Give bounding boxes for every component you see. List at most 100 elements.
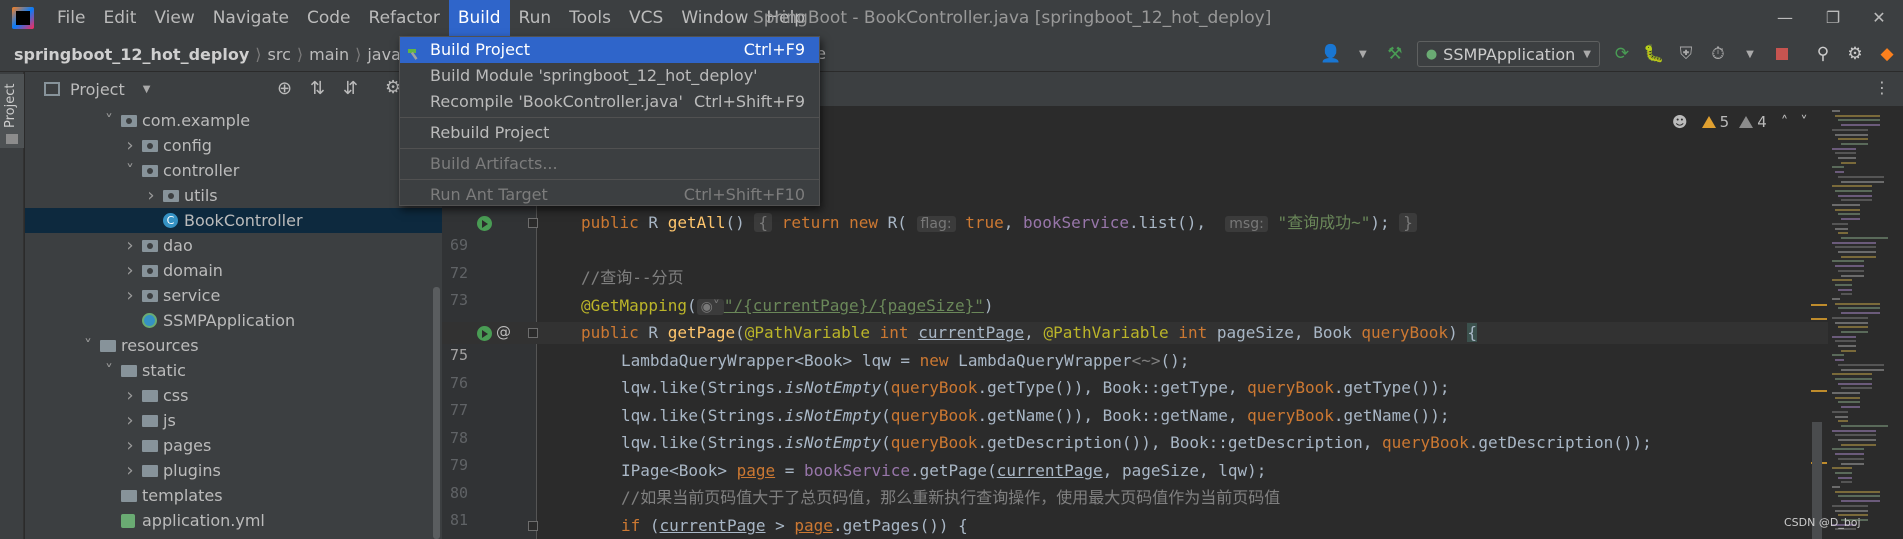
ide-logo-icon[interactable]: ◆ <box>1874 41 1900 67</box>
menu-file[interactable]: File <box>48 0 94 36</box>
tree-item-domain[interactable]: › domain <box>25 258 442 283</box>
warning-marker[interactable] <box>1811 318 1827 320</box>
tree-item-pages[interactable]: › pages <box>25 433 442 458</box>
tree-item-css[interactable]: › css <box>25 383 442 408</box>
code-line-72[interactable]: 72 <box>442 240 1903 282</box>
menu-item-rebuild-project[interactable]: Rebuild Project <box>400 120 819 146</box>
menu-navigate[interactable]: Navigate <box>204 0 298 36</box>
tree-item-templates[interactable]: templates <box>25 483 442 508</box>
code-line-76[interactable]: 76 LambdaQueryWrapper<Book> lqw = new La… <box>442 350 1903 392</box>
code-line-75[interactable]: 75 @ public R getPage(@PathVariable int … <box>442 322 1903 364</box>
search-icon[interactable]: ⚲ <box>1810 41 1836 67</box>
collapse-all-icon[interactable]: ⇵ <box>343 78 358 99</box>
breadcrumb-main[interactable]: main <box>309 45 349 64</box>
breadcrumb-project[interactable]: springboot_12_hot_deploy <box>14 45 249 64</box>
run-gutter-icon[interactable] <box>477 216 492 231</box>
debug-icon[interactable]: 🐛 <box>1641 41 1667 67</box>
warning-marker[interactable] <box>1811 390 1827 392</box>
menu-item-recompile[interactable]: Recompile 'BookController.java' Ctrl+Shi… <box>400 89 819 115</box>
warning-marker[interactable] <box>1811 304 1827 306</box>
menu-item-build-module[interactable]: Build Module 'springboot_12_hot_deploy' <box>400 63 819 89</box>
tree-item-resources[interactable]: ˅ resources <box>25 333 442 358</box>
chevron-up-icon[interactable]: ˄ <box>1781 113 1789 131</box>
code-line-69[interactable]: 69 public R getAll() { return new R( fla… <box>442 212 1903 254</box>
tree-item-utils[interactable]: › utils <box>25 183 442 208</box>
chevron-down-icon[interactable]: ▼ <box>143 84 151 95</box>
fold-icon[interactable] <box>528 218 538 228</box>
menu-code[interactable]: Code <box>298 0 360 36</box>
coverage-icon[interactable]: ⛨ <box>1673 41 1699 67</box>
chevron-right-icon[interactable]: › <box>144 183 158 208</box>
breadcrumb-src[interactable]: src <box>268 45 291 64</box>
tree-item-application-yml[interactable]: application.yml <box>25 508 442 533</box>
chevron-right-icon[interactable]: › <box>123 458 137 483</box>
chevron-down-icon[interactable]: ˅ <box>81 333 95 358</box>
tabs-menu-icon[interactable]: ⋮ <box>1874 78 1890 97</box>
code-line-77[interactable]: 77 lqw.like(Strings.isNotEmpty(queryBook… <box>442 377 1903 419</box>
project-panel-title[interactable]: Project <box>70 80 125 99</box>
menu-build[interactable]: Build <box>448 0 510 36</box>
tree-item-com-example[interactable]: ˅ com.example <box>25 108 442 133</box>
code-line-82[interactable]: 82 if (currentPage > page.getPages()) { <box>442 515 1903 537</box>
web-icon[interactable]: ◉˅ <box>696 299 724 315</box>
intellij-logo-icon[interactable] <box>12 7 34 29</box>
tree-item-js[interactable]: › js <box>25 408 442 433</box>
expand-all-icon[interactable]: ⇅ <box>310 78 325 99</box>
menu-edit[interactable]: Edit <box>94 0 145 36</box>
gear-icon[interactable]: ⚙ <box>1842 41 1868 67</box>
stop-icon[interactable] <box>1769 41 1795 67</box>
chevron-down-icon[interactable]: ˅ <box>102 108 116 133</box>
chevron-right-icon[interactable]: › <box>123 433 137 458</box>
project-scrollbar[interactable] <box>433 287 440 539</box>
reader-mode-icon[interactable]: ☻ <box>1672 113 1688 131</box>
code-line-73[interactable]: 73 //查询--分页 <box>442 267 1903 309</box>
minimize-icon[interactable]: — <box>1758 0 1812 36</box>
profile-icon[interactable]: ⏱ <box>1705 41 1731 67</box>
chevron-down-icon[interactable]: ▼ <box>1350 41 1376 67</box>
tree-item-plugins[interactable]: › plugins <box>25 458 442 483</box>
run-config-select[interactable]: ● SSMPApplication ▼ <box>1416 41 1600 67</box>
tree-item-dao[interactable]: › dao <box>25 233 442 258</box>
chevron-right-icon[interactable]: › <box>123 133 137 158</box>
menu-vcs[interactable]: VCS <box>620 0 672 36</box>
close-icon[interactable]: ✕ <box>1852 0 1903 36</box>
breadcrumb-java[interactable]: java <box>367 45 401 64</box>
chevron-right-icon[interactable]: › <box>123 233 137 258</box>
code-line-74[interactable]: 74 @GetMapping(◉˅"/{currentPage}/{pageSi… <box>442 295 1903 337</box>
menu-tools[interactable]: Tools <box>560 0 620 36</box>
fold-icon[interactable] <box>528 328 538 338</box>
menu-item-build-project[interactable]: Build Project Ctrl+F9 <box>400 37 819 63</box>
more-run-chevron-icon[interactable]: ▼ <box>1737 41 1763 67</box>
chevron-down-icon[interactable]: ˅ <box>1800 113 1808 131</box>
tree-item-static[interactable]: ˅ static <box>25 358 442 383</box>
code-line-80[interactable]: 80 IPage<Book> page = bookService.getPag… <box>442 460 1903 502</box>
menu-view[interactable]: View <box>145 0 203 36</box>
menu-item-build-artifacts[interactable]: Build Artifacts... <box>400 151 819 177</box>
menu-window[interactable]: Window <box>672 0 757 36</box>
inspection-widget[interactable]: ☻ 5 4 ˄ ˅ <box>1672 111 1808 133</box>
chevron-down-icon[interactable]: ˅ <box>123 158 137 183</box>
tree-item-config[interactable]: › config <box>25 133 442 158</box>
chevron-right-icon[interactable]: › <box>123 258 137 283</box>
code-line-78[interactable]: 78 lqw.like(Strings.isNotEmpty(queryBook… <box>442 405 1903 447</box>
menu-item-run-ant-target[interactable]: Run Ant Target Ctrl+Shift+F10 <box>400 182 819 208</box>
run-gutter-icon[interactable] <box>477 326 492 341</box>
code-line-81[interactable]: 81 //如果当前页码值大于了总页码值，那么重新执行查询操作，使用最大页码值作为… <box>442 487 1903 529</box>
menu-run[interactable]: Run <box>510 0 561 36</box>
structure-icon[interactable] <box>6 134 18 144</box>
code-minimap[interactable] <box>1828 106 1903 539</box>
tree-item-service[interactable]: › service <box>25 283 442 308</box>
fold-icon[interactable] <box>528 521 538 531</box>
tree-item-controller[interactable]: ˅ controller <box>25 158 442 183</box>
chevron-right-icon[interactable]: › <box>123 283 137 308</box>
menu-refactor[interactable]: Refactor <box>360 0 449 36</box>
chevron-right-icon[interactable]: › <box>123 408 137 433</box>
code-line-79[interactable]: 79 lqw.like(Strings.isNotEmpty(queryBook… <box>442 432 1903 474</box>
chevron-down-icon[interactable]: ˅ <box>102 358 116 383</box>
tree-item-ssmpapplication[interactable]: SSMPApplication <box>25 308 442 333</box>
rerun-icon[interactable]: ⟳ <box>1609 41 1635 67</box>
hammer-build-icon[interactable]: ⚒ <box>1382 41 1408 67</box>
tree-item-bookcontroller[interactable]: C BookController <box>25 208 442 233</box>
mapping-at-icon[interactable]: @ <box>496 325 511 340</box>
user-icon[interactable]: 👤 <box>1318 41 1344 67</box>
